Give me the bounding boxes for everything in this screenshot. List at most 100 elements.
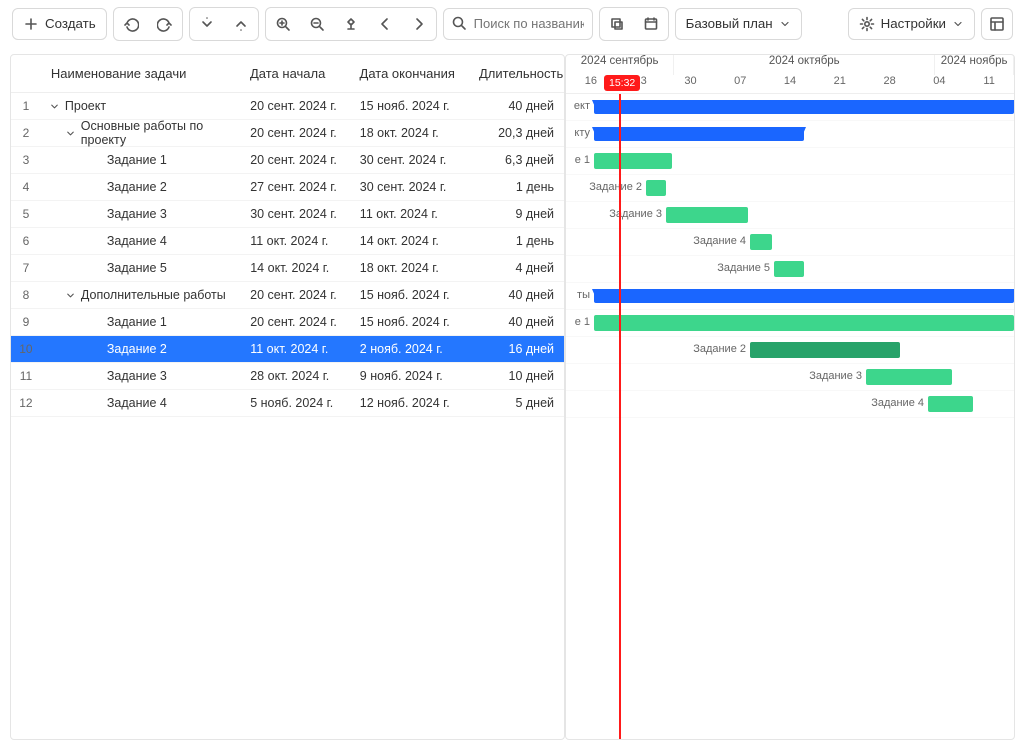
layout-button[interactable] [981,8,1013,40]
chevron-down-icon[interactable] [49,101,60,112]
zoom-out-icon [309,16,325,32]
gantt-bar[interactable] [928,396,973,412]
end-date: 2 нояб. 2024 г. [360,342,480,356]
duration: 40 дней [479,288,564,302]
gantt-bar[interactable] [594,153,672,169]
gantt-bar-label: Задание 4 [684,235,746,247]
col-start[interactable]: Дата начала [250,66,360,81]
table-row[interactable]: 3Задание 120 сент. 2024 г.30 сент. 2024 … [11,147,564,174]
table-row[interactable]: 6Задание 411 окт. 2024 г.14 окт. 2024 г.… [11,228,564,255]
calendar-button[interactable] [636,10,666,38]
gantt-bar-label: е 1 [566,316,590,328]
start-date: 11 окт. 2024 г. [250,234,360,248]
duration: 10 дней [479,369,564,383]
gantt-bar-label: ект [566,100,590,112]
gantt-bar[interactable] [750,234,772,250]
gantt-row[interactable]: Задание 2 [566,337,1014,364]
end-date: 18 окт. 2024 г. [360,126,480,140]
duration: 4 дней [479,261,564,275]
table-row[interactable]: 12Задание 45 нояб. 2024 г.12 нояб. 2024 … [11,390,564,417]
task-name-cell: Задание 2 [41,342,250,356]
today-line [619,94,621,739]
gantt-row[interactable]: Задание 3 [566,364,1014,391]
expand-icon [199,16,215,32]
end-date: 11 окт. 2024 г. [360,207,480,221]
gantt-bar[interactable] [594,100,1014,114]
gantt-bar[interactable] [646,180,666,196]
gantt-row[interactable]: ект [566,94,1014,121]
plus-icon [23,16,39,32]
gantt-bar[interactable] [594,289,1014,303]
gantt-bar[interactable] [866,369,952,385]
col-duration[interactable]: Длительность [479,66,564,81]
table-row[interactable]: 4Задание 227 сент. 2024 г.30 сент. 2024 … [11,174,564,201]
table-row[interactable]: 5Задание 330 сент. 2024 г.11 окт. 2024 г… [11,201,564,228]
duration: 1 день [479,234,564,248]
table-row[interactable]: 1Проект20 сент. 2024 г.15 нояб. 2024 г.4… [11,93,564,120]
gantt-row[interactable]: ты [566,283,1014,310]
today-marker: 15:32 [604,75,640,91]
task-table: Наименование задачи Дата начала Дата око… [10,54,565,740]
row-number: 11 [11,369,41,383]
chevron-down-icon[interactable] [65,128,76,139]
redo-button[interactable] [150,10,180,38]
gantt-bar-label: кту [566,127,590,139]
copy-button[interactable] [602,10,632,38]
gantt-row[interactable]: Задание 3 [566,202,1014,229]
table-row[interactable]: 10Задание 211 окт. 2024 г.2 нояб. 2024 г… [11,336,564,363]
gantt-bar[interactable] [774,261,804,277]
create-button[interactable]: Создать [12,8,107,40]
collapse-icon [233,16,249,32]
table-row[interactable]: 7Задание 514 окт. 2024 г.18 окт. 2024 г.… [11,255,564,282]
zoom-out-button[interactable] [302,10,332,38]
settings-button[interactable]: Настройки [848,8,975,40]
gantt-body[interactable]: ектктуе 1Задание 2Задание 3Задание 4Зада… [566,94,1014,739]
zoom-in-button[interactable] [268,10,298,38]
chevron-down-icon[interactable] [65,290,76,301]
task-name-cell: Проект [41,99,250,113]
duration: 40 дней [479,315,564,329]
gantt-bar[interactable] [594,315,1014,331]
undo-icon [123,16,139,32]
copy-icon [609,16,625,32]
table-row[interactable]: 9Задание 120 сент. 2024 г.15 нояб. 2024 … [11,309,564,336]
gantt-bar-label: Задание 2 [684,343,746,355]
row-number: 5 [11,207,41,221]
prev-button[interactable] [370,10,400,38]
gantt-row[interactable]: Задание 2 [566,175,1014,202]
col-name[interactable]: Наименование задачи [41,66,250,81]
start-date: 5 нояб. 2024 г. [250,396,360,410]
gantt-day: 28 [865,75,915,93]
gantt-row[interactable]: е 1 [566,310,1014,337]
collapse-button[interactable] [226,10,256,38]
start-date: 14 окт. 2024 г. [250,261,360,275]
gantt-row[interactable]: Задание 4 [566,229,1014,256]
task-name-cell: Задание 5 [41,261,250,275]
undo-button[interactable] [116,10,146,38]
gantt-row[interactable]: Задание 5 [566,256,1014,283]
end-date: 18 окт. 2024 г. [360,261,480,275]
gantt-bar[interactable] [666,207,748,223]
expand-button[interactable] [192,10,222,38]
gantt-bar[interactable] [750,342,900,358]
undo-redo-group [113,7,183,41]
row-number: 1 [11,99,41,113]
next-button[interactable] [404,10,434,38]
table-row[interactable]: 11Задание 328 окт. 2024 г.9 нояб. 2024 г… [11,363,564,390]
toolbar: Создать Базовый план [0,0,1025,48]
search-wrap [443,8,593,40]
gantt-row[interactable]: Задание 4 [566,391,1014,418]
gantt-row[interactable]: е 1 [566,148,1014,175]
col-end[interactable]: Дата окончания [360,66,479,81]
zoom-fit-button[interactable] [336,10,366,38]
table-row[interactable]: 2Основные работы по проекту20 сент. 2024… [11,120,564,147]
table-row[interactable]: 8Дополнительные работы20 сент. 2024 г.15… [11,282,564,309]
gantt-month: 2024 октябрь [674,55,935,75]
gantt-bar-label: Задание 5 [708,262,770,274]
baseline-plan-button[interactable]: Базовый план [675,8,802,40]
create-label: Создать [45,16,96,31]
gantt-bar[interactable] [594,127,804,141]
gantt-month: 2024 сентябрь [566,55,674,75]
gantt-row[interactable]: кту [566,121,1014,148]
task-name: Задание 1 [107,315,167,329]
